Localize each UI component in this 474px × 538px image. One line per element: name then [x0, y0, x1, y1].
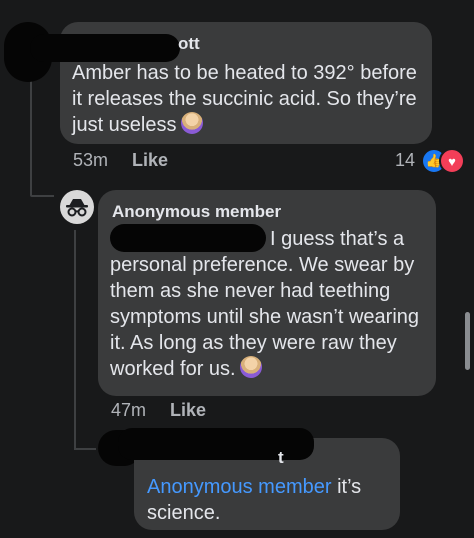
thread-line-curve	[30, 195, 54, 197]
woman-shrugging-icon	[180, 112, 203, 134]
like-button-1[interactable]: Like	[132, 150, 168, 171]
comment-text-3: Anonymous member it’s science.	[147, 474, 387, 526]
scrollbar[interactable]	[465, 312, 470, 370]
comment-text-1: Amber has to be heated to 392° before it…	[72, 60, 422, 138]
incognito-icon	[66, 199, 88, 217]
like-button-2[interactable]: Like	[170, 400, 206, 421]
thread-line-reply-curve	[74, 448, 96, 450]
thread-line-top	[30, 80, 32, 195]
comment-author-3[interactable]: t	[278, 448, 284, 468]
like-label-2: Like	[170, 400, 207, 420]
redacted-name-3	[118, 428, 314, 460]
redacted-name-1	[30, 34, 180, 62]
heart-icon: ♥	[439, 148, 465, 174]
thread-line-reply	[74, 230, 76, 450]
comment-time-1: 53m	[73, 150, 109, 170]
like-label-1: Like	[132, 150, 169, 170]
comment-time-2: 47m	[111, 400, 147, 420]
comment-text-2: I guess that’s a personal preference. We…	[110, 226, 428, 382]
reaction-count-1[interactable]: 14	[395, 150, 415, 171]
anonymous-avatar[interactable]	[60, 190, 94, 224]
comment-author-1[interactable]: ott	[178, 34, 200, 54]
woman-shrugging-icon-2	[239, 356, 262, 378]
comment-text-1-content: Amber has to be heated to 392° before it…	[72, 62, 417, 136]
comment-text-2-content: I guess that’s a personal preference. We…	[110, 228, 420, 380]
comment-author-2[interactable]: Anonymous member	[112, 202, 281, 222]
mention-anonymous-member[interactable]: Anonymous member	[147, 476, 332, 498]
